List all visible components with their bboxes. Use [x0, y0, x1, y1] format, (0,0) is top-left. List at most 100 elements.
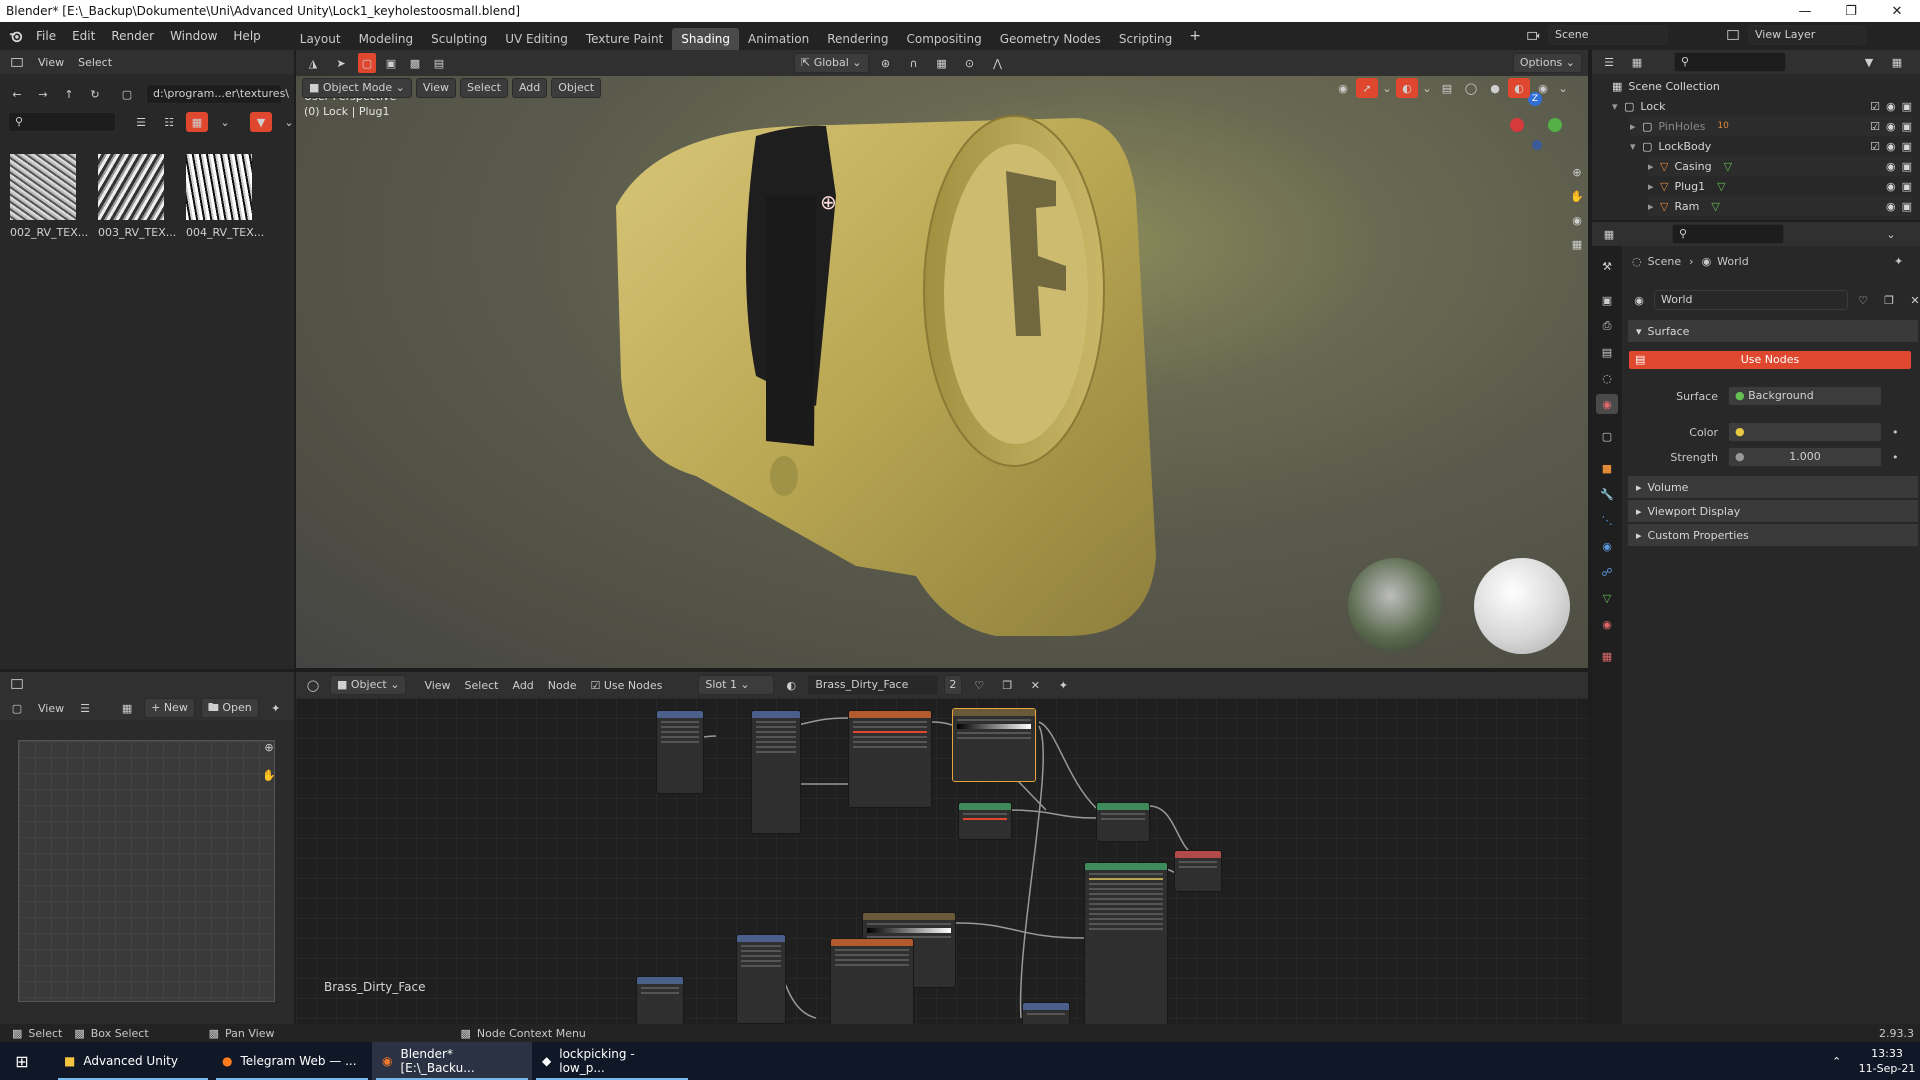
- object-tab-icon[interactable]: ■: [1596, 458, 1618, 478]
- taskbar-item-blender[interactable]: ◉ Blender* [E:\_Backu...: [372, 1042, 532, 1080]
- slot-dropdown[interactable]: Slot 1 ⌄: [698, 675, 775, 695]
- pivot-icon[interactable]: ⊛: [875, 53, 897, 73]
- taskbar-item-unity[interactable]: ◆ lockpicking - low_p...: [532, 1042, 692, 1080]
- viewport-view-menu[interactable]: View: [415, 78, 457, 98]
- unlink-icon[interactable]: ✕: [1024, 675, 1046, 695]
- duplicate-world-icon[interactable]: ❐: [1878, 290, 1900, 310]
- node-editor-type-icon[interactable]: ◯: [302, 675, 324, 695]
- chevron-down-icon[interactable]: ⌄: [1556, 78, 1570, 98]
- wireframe-shading-icon[interactable]: ◯: [1460, 78, 1482, 98]
- world-tab-icon[interactable]: ◉: [1596, 394, 1618, 414]
- exclude-checkbox-icon[interactable]: ☑: [1870, 120, 1880, 133]
- world-browse-icon[interactable]: ◉: [1628, 290, 1650, 310]
- fake-user-icon[interactable]: ♡: [968, 675, 990, 695]
- 3d-cursor-icon[interactable]: ⊕: [820, 190, 837, 214]
- collection-tab-icon[interactable]: ▢: [1596, 426, 1618, 446]
- node-view-menu[interactable]: View: [420, 679, 454, 692]
- blender-logo-icon[interactable]: [4, 26, 28, 46]
- colorramp-node[interactable]: [952, 708, 1036, 782]
- camera-icon[interactable]: ◉: [1566, 210, 1588, 230]
- select-invert-icon[interactable]: ▤: [430, 53, 448, 73]
- zoom-icon[interactable]: ⊕: [1566, 162, 1588, 182]
- volume-section-header[interactable]: ▸ Volume: [1628, 476, 1918, 498]
- new-folder-icon[interactable]: ▢: [116, 84, 138, 104]
- principled-bsdf-node[interactable]: [1084, 862, 1168, 1024]
- close-window-button[interactable]: ✕: [1874, 0, 1920, 22]
- snap-target-icon[interactable]: ▦: [931, 53, 953, 73]
- constraints-tab-icon[interactable]: ☍: [1596, 562, 1618, 582]
- expand-chevron-icon[interactable]: ▸: [1630, 120, 1642, 133]
- taskbar-item-explorer[interactable]: ■ Advanced Unity: [54, 1042, 212, 1080]
- viewport-object-menu[interactable]: Object: [551, 78, 602, 98]
- expand-chevron-icon[interactable]: ▾: [1630, 140, 1642, 153]
- chevron-down-icon[interactable]: ⌄: [214, 112, 236, 132]
- image-view-menu[interactable]: View: [34, 702, 68, 715]
- duplicate-material-icon[interactable]: ❐: [996, 675, 1018, 695]
- select-box-icon[interactable]: ▢: [358, 53, 376, 73]
- menu-lines-icon[interactable]: ☰: [74, 698, 96, 718]
- file-path-field[interactable]: d:\program...er\textures\: [146, 84, 289, 104]
- render-camera-icon[interactable]: ▣: [1902, 100, 1912, 113]
- windows-start-icon[interactable]: ⊞: [0, 1052, 44, 1071]
- material-name-field[interactable]: Brass_Dirty_Face: [808, 675, 939, 695]
- pin-icon[interactable]: ✦: [265, 698, 287, 718]
- proportional-edit-icon[interactable]: ⊙: [959, 53, 981, 73]
- gizmo-toggle-icon[interactable]: ➚: [1356, 78, 1378, 98]
- file-search-input[interactable]: ⚲: [8, 112, 116, 132]
- viewport-select-menu[interactable]: Select: [460, 78, 508, 98]
- use-nodes-checkbox[interactable]: ☑ Use Nodes: [587, 679, 667, 692]
- fake-user-icon[interactable]: ♡: [1852, 290, 1874, 310]
- node-add-menu[interactable]: Add: [508, 679, 537, 692]
- open-image-button[interactable]: 🖿 Open: [200, 698, 259, 718]
- menu-edit[interactable]: Edit: [64, 22, 103, 50]
- properties-search-input[interactable]: ⚲: [1672, 224, 1784, 244]
- editor-type-icon[interactable]: [6, 52, 28, 72]
- node-select-menu[interactable]: Select: [461, 679, 503, 692]
- render-camera-icon[interactable]: ▣: [1902, 160, 1912, 173]
- taskbar-item-firefox[interactable]: ● Telegram Web — ...: [212, 1042, 372, 1080]
- mix-shader-node[interactable]: [1096, 802, 1150, 842]
- outliner-row-lock[interactable]: ▾ ▢ Lock ☑ ◉ ▣: [1612, 96, 1912, 116]
- select-subtract-icon[interactable]: ▩: [406, 53, 424, 73]
- animate-dot-icon[interactable]: •: [1892, 426, 1899, 439]
- uv-grid[interactable]: [18, 740, 275, 1002]
- taskbar-clock[interactable]: 13:33 11-Sep-21: [1858, 1046, 1916, 1076]
- eye-icon[interactable]: ◉: [1886, 200, 1896, 213]
- expand-chevron-icon[interactable]: ▸: [1648, 160, 1660, 173]
- snap-icon[interactable]: ∩: [903, 53, 925, 73]
- render-camera-icon[interactable]: ▣: [1902, 120, 1912, 133]
- animate-dot-icon[interactable]: •: [1892, 451, 1899, 464]
- outliner-row-pinholes[interactable]: ▸ ▢ PinHoles 10 ☑ ◉ ▣: [1630, 116, 1912, 136]
- tray-chevron-icon[interactable]: ⌃: [1832, 1055, 1841, 1068]
- tab-modeling[interactable]: Modeling: [350, 28, 423, 50]
- file-view-menu[interactable]: View: [34, 56, 68, 69]
- menu-help[interactable]: Help: [225, 22, 268, 50]
- gizmo-neg-z[interactable]: [1532, 140, 1542, 150]
- expand-chevron-icon[interactable]: ▸: [1648, 200, 1660, 213]
- material-shading-icon[interactable]: ◐: [1508, 78, 1530, 98]
- image-browse-icon[interactable]: ▦: [116, 698, 138, 718]
- tab-texture-paint[interactable]: Texture Paint: [577, 28, 672, 50]
- pan-hand-icon[interactable]: ✋: [1566, 186, 1588, 206]
- color-field[interactable]: ●: [1728, 422, 1882, 442]
- data-tab-icon[interactable]: ▽: [1596, 588, 1618, 608]
- eye-icon[interactable]: ◉: [1886, 180, 1896, 193]
- visibility-icon[interactable]: ◉: [1332, 78, 1354, 98]
- file-select-menu[interactable]: Select: [74, 56, 116, 69]
- options-dropdown[interactable]: Options ⌄: [1512, 53, 1582, 73]
- tab-animation[interactable]: Animation: [739, 28, 818, 50]
- render-tab-icon[interactable]: ▣: [1596, 290, 1618, 310]
- viewport-display-section-header[interactable]: ▸ Viewport Display: [1628, 500, 1918, 522]
- new-image-button[interactable]: + New: [144, 698, 195, 718]
- material-tab-icon[interactable]: ◉: [1596, 614, 1618, 634]
- custom-properties-section-header[interactable]: ▸ Custom Properties: [1628, 524, 1918, 546]
- material-users-count[interactable]: 2: [944, 675, 963, 695]
- outliner-search-input[interactable]: ⚲: [1674, 52, 1786, 72]
- view-layer-tab-icon[interactable]: ▤: [1596, 342, 1618, 362]
- object-mode-dropdown[interactable]: ■ Object Mode ⌄: [302, 78, 412, 98]
- editor-3d-icon[interactable]: ◮: [302, 53, 324, 73]
- view-layer-field[interactable]: View Layer: [1748, 25, 1866, 45]
- surface-section-header[interactable]: ▾ Surface: [1628, 320, 1918, 342]
- chevron-down-icon[interactable]: ⌄: [1420, 78, 1434, 98]
- shader-type-dropdown[interactable]: ■ Object ⌄: [330, 675, 407, 695]
